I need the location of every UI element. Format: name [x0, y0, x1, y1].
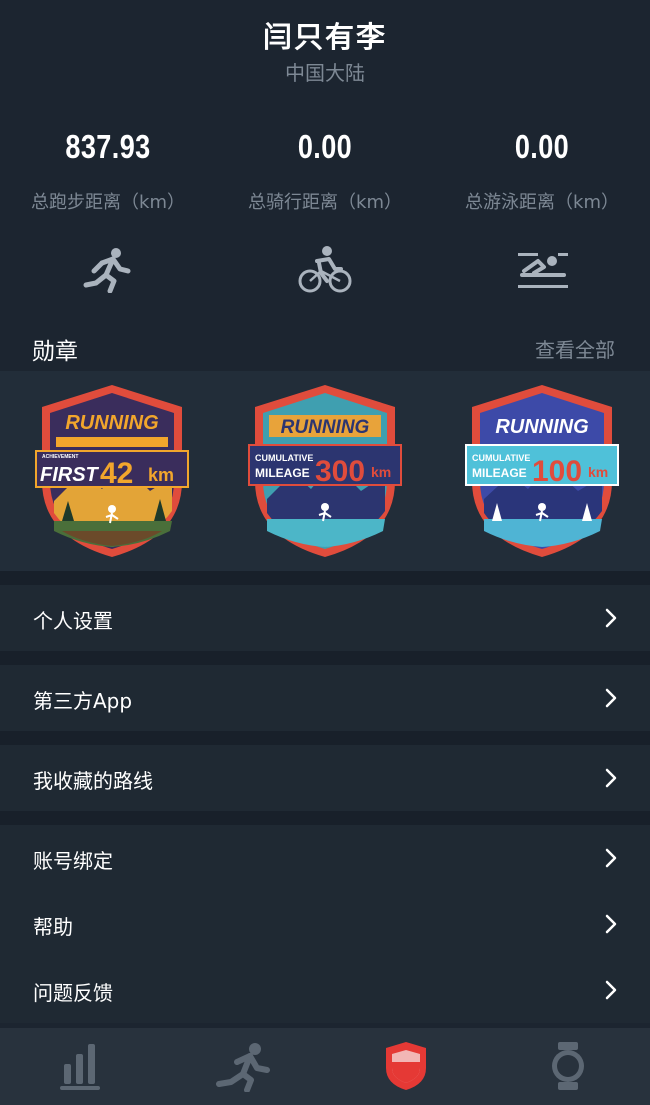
medals-header: 勋章 查看全部 [0, 328, 650, 368]
menu-personal-settings[interactable]: 个人设置 [0, 585, 650, 651]
medal-2-line1: MILEAGE [255, 466, 310, 480]
medal-2-unit: km [371, 464, 391, 480]
medal-2-big: 300 [315, 455, 365, 488]
menu-gap [0, 731, 650, 745]
watch-icon[interactable] [538, 1040, 598, 1092]
medal-1-top-text: RUNNING [65, 412, 158, 434]
profile-page: 闫只有李 中国大陆 837.93 总跑步距离（km） 0.00 总骑行距离（km… [0, 0, 650, 1105]
stat-running-value: 837.93 [65, 128, 151, 165]
stat-swimming-label: 总游泳距离（km） [465, 192, 619, 213]
medal-cumulative-300km[interactable]: RUNNING CUMULATIVE MILEAGE 300 km [245, 381, 405, 561]
profile-header: 闫只有李 中国大陆 [0, 0, 650, 100]
stat-cycling-value: 0.00 [297, 128, 353, 165]
view-all-link[interactable]: 查看全部 [535, 334, 615, 363]
medal-cumulative-100km[interactable]: RUNNING CUMULATIVE MILEAGE 100 km [462, 381, 622, 561]
medal-3-line1: MILEAGE [472, 466, 527, 480]
menu-gap [0, 651, 650, 665]
menu-personal-settings-label: 个人设置 [33, 609, 113, 633]
chevron-right-icon [605, 768, 617, 788]
medal-3-unit: km [588, 464, 608, 480]
cycling-icon [298, 246, 352, 293]
menu-account-binding[interactable]: 账号绑定 [0, 825, 650, 891]
medal-1-line1: FIRST [40, 464, 100, 486]
region: 中国大陆 [285, 61, 365, 85]
medal-2-top-text: RUNNING [281, 417, 370, 438]
stat-running[interactable]: 837.93 总跑步距离（km） [0, 128, 216, 293]
medal-1-big: 42 [100, 457, 133, 490]
medal-3-small-text: CUMULATIVE [472, 453, 530, 463]
shield-icon[interactable] [376, 1040, 436, 1092]
stat-cycling-label: 总骑行距离（km） [248, 192, 402, 213]
menu-gap [0, 571, 650, 585]
medals-title: 勋章 [32, 339, 78, 365]
stat-swimming[interactable]: 0.00 总游泳距离（km） [434, 128, 650, 288]
username: 闫只有李 [262, 20, 387, 54]
menu-saved-routes[interactable]: 我收藏的路线 [0, 745, 650, 811]
menu-help[interactable]: 帮助 [0, 891, 650, 957]
stats-icon[interactable] [50, 1040, 110, 1092]
medal-1-unit: km [148, 465, 174, 485]
menu-list: 个人设置 第三方App 我收藏的路线 账号绑定 帮助 问题反馈 [0, 571, 650, 1023]
distance-stats: 837.93 总跑步距离（km） 0.00 总骑行距离（km） 0.00 总游泳… [0, 128, 650, 298]
chevron-right-icon [605, 608, 617, 628]
bottom-tab-bar [0, 1028, 650, 1105]
menu-third-party-app-label: 第三方App [33, 689, 133, 713]
menu-help-label: 帮助 [33, 915, 73, 939]
chevron-right-icon [605, 980, 617, 1000]
chevron-right-icon [605, 848, 617, 868]
running-icon [83, 248, 131, 293]
stat-swimming-value: 0.00 [514, 128, 570, 165]
swimming-icon [518, 253, 568, 288]
medal-3-big: 100 [532, 455, 582, 488]
medal-first-42km[interactable]: RUNNING ACHIEVEMENT FIRST 42 km [32, 381, 192, 561]
chevron-right-icon [605, 914, 617, 934]
menu-third-party-app[interactable]: 第三方App [0, 665, 650, 731]
medal-2-small-text: CUMULATIVE [255, 453, 313, 463]
menu-saved-routes-label: 我收藏的路线 [33, 769, 153, 793]
menu-feedback-label: 问题反馈 [33, 981, 113, 1005]
chevron-right-icon [605, 688, 617, 708]
medals-strip: RUNNING ACHIEVEMENT FIRST 42 km RUNNING … [0, 371, 650, 571]
stat-running-label: 总跑步距离（km） [31, 192, 185, 213]
medal-3-top-text: RUNNING [495, 416, 588, 438]
running-icon[interactable] [213, 1040, 273, 1092]
menu-gap [0, 811, 650, 825]
stat-cycling[interactable]: 0.00 总骑行距离（km） [217, 128, 433, 293]
medal-1-small-text: ACHIEVEMENT [42, 454, 78, 460]
menu-account-binding-label: 账号绑定 [33, 849, 113, 873]
menu-feedback[interactable]: 问题反馈 [0, 957, 650, 1023]
